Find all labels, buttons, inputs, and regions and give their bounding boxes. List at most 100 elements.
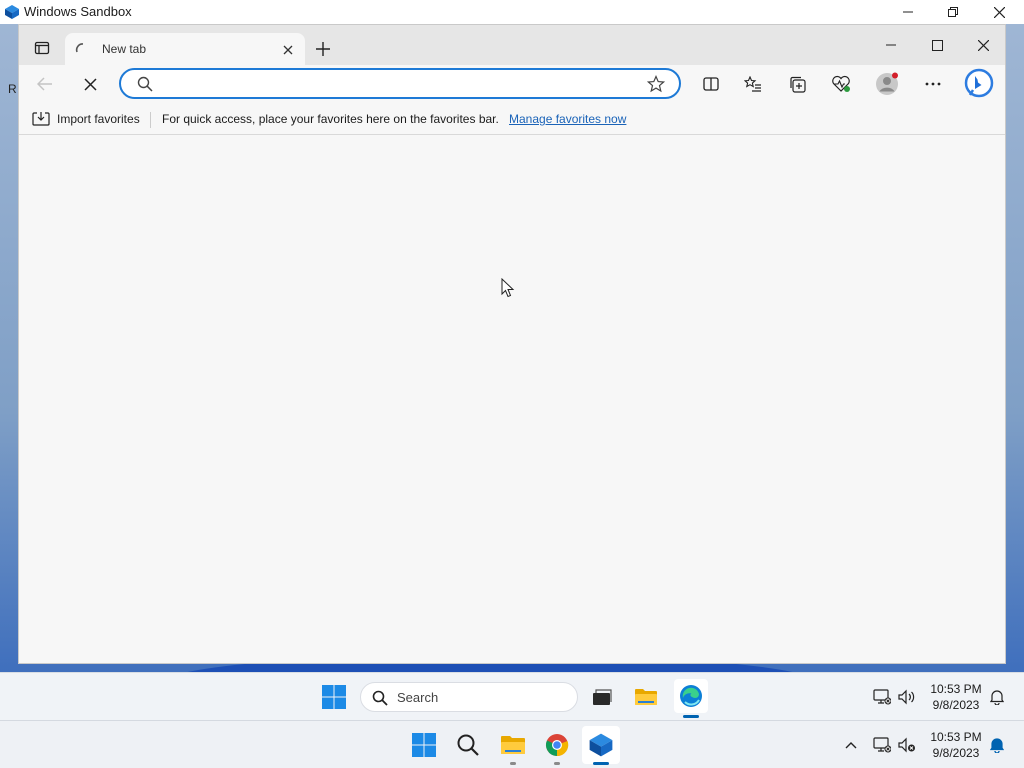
search-icon: [372, 690, 388, 706]
settings-more-button[interactable]: [919, 70, 947, 98]
windows-logo-icon: [322, 685, 346, 709]
edge-logo-icon: [679, 684, 703, 708]
sandbox-close-button[interactable]: [976, 0, 1022, 24]
speaker-muted-icon: [898, 737, 916, 753]
host-file-explorer-button[interactable]: [496, 729, 530, 761]
bell-icon: [990, 737, 1004, 753]
tab-actions-button[interactable]: [31, 37, 53, 59]
browser-essentials-button[interactable]: [827, 70, 855, 98]
edge-maximize-button[interactable]: [925, 33, 949, 57]
sandbox-app-icon: [4, 4, 20, 20]
speaker-icon: [898, 689, 916, 705]
sandbox-minimize-button[interactable]: [885, 0, 931, 24]
browser-toolbar: [19, 65, 1005, 103]
clock-time: 10:53 PM: [930, 730, 982, 744]
address-bar[interactable]: [119, 68, 681, 99]
taskbar-clock[interactable]: 10:53 PM 9/8/2023: [924, 681, 988, 713]
sandbox-title-bar: Windows Sandbox: [0, 0, 1024, 24]
taskbar-search-placeholder: Search: [397, 690, 439, 705]
back-arrow-icon: [37, 77, 53, 91]
address-input[interactable]: [157, 75, 637, 93]
favorites-list-icon: [744, 76, 762, 92]
stop-loading-button[interactable]: [78, 72, 102, 96]
favorites-bar: Import favorites For quick access, place…: [19, 103, 1005, 135]
bing-chat-button[interactable]: [961, 66, 997, 102]
favorites-button[interactable]: [739, 70, 767, 98]
more-dots-icon: [925, 82, 941, 86]
edge-minimize-button[interactable]: [879, 33, 903, 57]
favorite-star-icon[interactable]: [647, 75, 665, 93]
favorites-bar-message: For quick access, place your favorites h…: [162, 112, 499, 126]
chrome-running-indicator: [554, 762, 560, 765]
collections-icon: [789, 76, 806, 93]
network-status-button[interactable]: [872, 685, 892, 709]
edge-close-button[interactable]: [971, 33, 995, 57]
host-sandbox-button[interactable]: [582, 726, 620, 764]
page-content-area[interactable]: [19, 136, 1005, 663]
split-screen-icon: [703, 76, 719, 92]
taskbar-edge-button[interactable]: [674, 679, 708, 713]
mouse-cursor-icon: [501, 278, 515, 298]
task-view-icon: [592, 688, 612, 706]
notifications-button[interactable]: [988, 687, 1006, 707]
host-volume-button[interactable]: [897, 733, 917, 757]
manage-favorites-link[interactable]: Manage favorites now: [509, 112, 626, 126]
plus-icon: [316, 42, 330, 56]
bell-icon: [990, 689, 1004, 705]
host-taskbar-clock[interactable]: 10:53 PM 9/8/2023: [924, 729, 988, 761]
avatar: [875, 72, 899, 96]
profile-button[interactable]: [871, 68, 903, 100]
tab-strip: New tab: [19, 25, 1005, 65]
tab-close-button[interactable]: [279, 41, 297, 59]
chrome-logo-icon: [545, 733, 569, 757]
taskbar-task-view-button[interactable]: [586, 681, 618, 713]
clock-time: 10:53 PM: [930, 682, 982, 696]
clock-date: 9/8/2023: [932, 698, 980, 712]
search-icon: [137, 76, 153, 92]
back-button[interactable]: [33, 72, 57, 96]
host-network-button[interactable]: [872, 733, 892, 757]
heart-pulse-icon: [831, 75, 851, 93]
favorites-bar-divider: [150, 112, 151, 128]
network-icon: [873, 689, 891, 705]
close-icon: [83, 77, 97, 91]
windows-logo-icon: [412, 733, 436, 757]
sandbox-app-icon: [588, 732, 614, 758]
new-tab-button[interactable]: [311, 37, 335, 61]
chevron-up-icon: [845, 741, 857, 749]
host-notifications-button[interactable]: [988, 735, 1006, 755]
tab-loading-icon: [75, 42, 87, 54]
edge-window: New tab Import favorites For quick acces…: [18, 24, 1006, 664]
host-search-button[interactable]: [452, 729, 484, 761]
show-hidden-icons-button[interactable]: [840, 733, 862, 757]
file-explorer-running-indicator: [510, 762, 516, 765]
import-favorites-icon: [32, 111, 50, 127]
desktop-stray-text: R: [8, 82, 17, 96]
close-icon: [283, 45, 293, 55]
start-button[interactable]: [318, 681, 350, 713]
edge-active-indicator: [683, 715, 699, 718]
taskbar-search-box[interactable]: Search: [360, 682, 578, 712]
host-taskbar: 10:53 PM 9/8/2023: [0, 720, 1024, 768]
folder-icon: [500, 734, 526, 756]
sandbox-desktop: R New tab Import favorites For quick acc…: [0, 24, 1024, 672]
tab-new-tab[interactable]: New tab: [65, 33, 305, 65]
split-screen-button[interactable]: [697, 70, 725, 98]
sandbox-window-title: Windows Sandbox: [24, 4, 132, 19]
bing-icon: [963, 68, 995, 100]
folder-icon: [634, 687, 658, 707]
taskbar-file-explorer-button[interactable]: [630, 681, 662, 713]
host-chrome-button[interactable]: [540, 729, 574, 761]
volume-button[interactable]: [897, 685, 917, 709]
network-icon: [873, 737, 891, 753]
collections-button[interactable]: [783, 70, 811, 98]
sandbox-taskbar: Search 10:53 PM 9/8/2023: [0, 672, 1024, 720]
tab-actions-icon: [34, 40, 50, 56]
sandbox-active-indicator: [593, 762, 609, 765]
sandbox-restore-button[interactable]: [930, 0, 976, 24]
host-start-button[interactable]: [408, 729, 440, 761]
search-icon: [457, 734, 479, 756]
import-favorites-link[interactable]: Import favorites: [57, 112, 140, 126]
clock-date: 9/8/2023: [932, 746, 980, 760]
tab-title: New tab: [102, 42, 147, 56]
